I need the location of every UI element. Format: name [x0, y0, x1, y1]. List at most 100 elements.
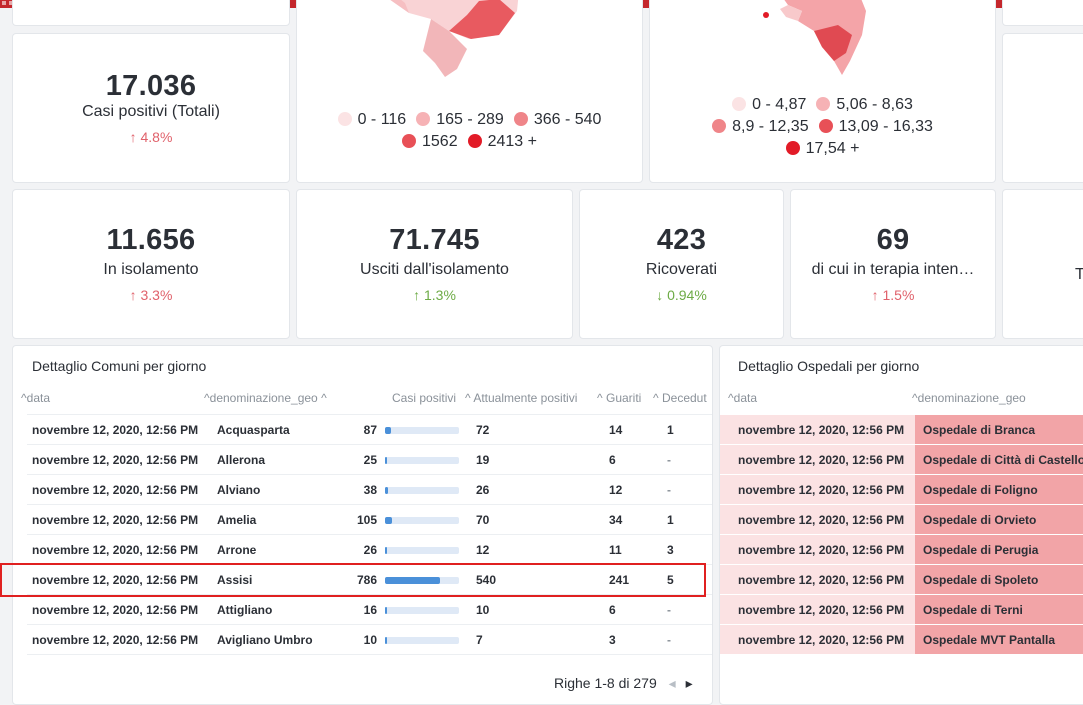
- legend-swatch: [416, 112, 431, 126]
- cell-deceduti: -: [667, 483, 671, 497]
- legend-label: 8,9 - 12,35: [732, 118, 809, 135]
- casi-bar-fill: [385, 427, 391, 434]
- legend-item: 165 - 289: [416, 109, 504, 131]
- column-header-denominazione[interactable]: ^denominazione_geo ^: [204, 391, 327, 405]
- cell-guariti: 11: [609, 543, 622, 557]
- column-header-denominazione[interactable]: ^denominazione_geo: [912, 391, 1026, 405]
- column-header-guariti[interactable]: ^ Guariti: [597, 391, 641, 405]
- table-row[interactable]: novembre 12, 2020, 12:56 PM Acquasparta 72…: [13, 415, 712, 445]
- cell-casi-positivi: 25: [363, 453, 377, 467]
- table-row[interactable]: novembre 12, 2020, 12:56 PM Attigliano 10 6…: [13, 595, 712, 625]
- table-row[interactable]: novembre 12, 2020, 12:56 PM Ospedale di B…: [720, 415, 1083, 445]
- table-row[interactable]: novembre 12, 2020, 12:56 PM Arrone 12 11 3 26: [13, 535, 712, 565]
- kpi-label: di cui in terapia inten…: [811, 261, 975, 278]
- cell-guariti: 3: [609, 633, 616, 647]
- cell-guariti: 14: [609, 423, 623, 437]
- umbria-map-shape[interactable]: [758, 0, 868, 77]
- map-legend: 0 - 116 165 - 289 366 - 540 1562 2413 +: [297, 109, 642, 153]
- kpi-label: Casi positivi (Totali): [82, 103, 220, 120]
- cell-data: novembre 12, 2020, 12:56 PM: [32, 543, 199, 557]
- legend-label: 0 - 4,87: [752, 96, 807, 113]
- cell-deceduti: -: [667, 453, 671, 467]
- table-row[interactable]: novembre 12, 2020, 12:56 PM Ospedale di C…: [720, 445, 1083, 475]
- sort-icon: ^: [597, 391, 603, 405]
- table-title: Dettaglio Comuni per giorno: [32, 358, 207, 374]
- cell-guariti: 6: [609, 453, 616, 467]
- cell-data: novembre 12, 2020, 12:56 PM: [738, 633, 905, 647]
- cell-denominazione: Ospedale MVT Pantalla: [923, 633, 1056, 647]
- cell-data: novembre 12, 2020, 12:56 PM: [738, 483, 905, 497]
- cell-attualmente-positivi: 72: [476, 423, 490, 437]
- map-legend: 0 - 4,87 5,06 - 8,63 8,9 - 12,35 13,09 - 1…: [650, 94, 995, 160]
- cell-attualmente-positivi: 26: [476, 483, 490, 497]
- map-region[interactable]: [763, 12, 769, 18]
- table-comuni-card: Dettaglio Comuni per giorno ^data ^denom…: [12, 345, 713, 705]
- casi-bar-fill: [385, 457, 387, 464]
- table-row[interactable]: novembre 12, 2020, 12:56 PM Ospedale di S…: [720, 565, 1083, 595]
- cell-denominazione: Alviano: [217, 483, 261, 497]
- legend-item: 0 - 4,87: [732, 94, 806, 116]
- cell-attualmente-positivi: 19: [476, 453, 490, 467]
- kpi-value: 17.036: [105, 70, 197, 102]
- table-row[interactable]: novembre 12, 2020, 12:56 PM Ospedale di P…: [720, 535, 1083, 565]
- next-page-icon[interactable]: ▸: [686, 675, 693, 691]
- cell-attualmente-positivi: 70: [476, 513, 490, 527]
- table-row[interactable]: novembre 12, 2020, 12:56 PM Alviano 26 12 - 3…: [13, 475, 712, 505]
- column-header-data[interactable]: ^data: [728, 391, 757, 405]
- cell-data: novembre 12, 2020, 12:56 PM: [32, 603, 199, 617]
- prev-page-icon[interactable]: ◂: [669, 675, 676, 691]
- table-row[interactable]: novembre 12, 2020, 12:56 PM Ospedale di T…: [720, 595, 1083, 625]
- header-label: Decedut: [661, 391, 707, 405]
- legend-swatch: [467, 134, 482, 148]
- cell-denominazione: Amelia: [217, 513, 257, 527]
- column-header-data[interactable]: ^data: [21, 391, 50, 405]
- cell-denominazione: Ospedale di Terni: [923, 603, 1023, 617]
- map-card-casi[interactable]: 0 - 116 165 - 289 366 - 540 1562 2413 +: [296, 0, 643, 183]
- cell-casi-positivi: 10: [363, 633, 377, 647]
- casi-bar-fill: [385, 517, 392, 524]
- cell-denominazione: Ospedale di Spoleto: [923, 573, 1039, 587]
- cell-data: novembre 12, 2020, 12:56 PM: [738, 603, 905, 617]
- table-row[interactable]: novembre 12, 2020, 12:56 PM Allerona 19 6 - 2…: [13, 445, 712, 475]
- cell-deceduti: 1: [667, 423, 674, 437]
- kpi-usciti-isolamento: 71.745 Usciti dall'isolamento ↑ 1.3%: [296, 189, 573, 339]
- kpi-label: In isolamento: [103, 261, 199, 278]
- legend-item: 13,09 - 16,33: [818, 116, 933, 138]
- kpi-in-isolamento: 11.656 In isolamento ↑ 3.3%: [12, 189, 290, 339]
- legend-item: 8,9 - 12,35: [712, 116, 809, 138]
- casi-bar-fill: [385, 607, 387, 614]
- cell-deceduti: 1: [667, 513, 674, 527]
- legend-swatch: [732, 97, 747, 111]
- casi-bar: [385, 457, 459, 464]
- column-header-deceduti[interactable]: ^ Decedut: [653, 391, 707, 405]
- pagination-label: Righe 1-8 di 279: [554, 675, 657, 691]
- column-header-attualmente-positivi[interactable]: ^ Attualmente positivi: [465, 391, 577, 405]
- card-partial-right: [1002, 33, 1083, 183]
- column-header-casi-positivi[interactable]: Casi positivi: [392, 391, 456, 405]
- cell-denominazione: Avigliano Umbro: [217, 633, 313, 647]
- table-row[interactable]: novembre 12, 2020, 12:56 PM Avigliano Umb…: [13, 625, 712, 655]
- casi-bar: [385, 487, 459, 494]
- cell-denominazione: Ospedale di Città di Castello: [923, 453, 1083, 467]
- kpi-ricoverati: 423 Ricoverati ↓ 0.94%: [579, 189, 784, 339]
- legend-label: 17,54 +: [805, 140, 860, 157]
- kpi-terapia-intensiva: 69 di cui in terapia inten… ↑ 1.5%: [790, 189, 996, 339]
- header-label: Attualmente positivi: [473, 391, 578, 405]
- umbria-map-shape[interactable]: [349, 0, 519, 81]
- map-card-incidenza[interactable]: 0 - 4,87 5,06 - 8,63 8,9 - 12,35 13,09 - 1…: [649, 0, 996, 183]
- cell-casi-positivi: 87: [363, 423, 377, 437]
- legend-swatch: [818, 119, 833, 133]
- table-row[interactable]: novembre 12, 2020, 12:56 PM Ospedale MVT …: [720, 625, 1083, 655]
- cell-data: novembre 12, 2020, 12:56 PM: [738, 423, 905, 437]
- cell-guariti: 12: [609, 483, 623, 497]
- legend-label: 165 - 289: [436, 111, 504, 128]
- cell-deceduti: -: [667, 633, 671, 647]
- kpi-casi-positivi-totali: 17.036 Casi positivi (Totali) ↑ 4.8%: [12, 33, 290, 183]
- kpi-value: 71.745: [389, 224, 480, 256]
- casi-bar: [385, 547, 459, 554]
- kpi-value: 11.656: [106, 224, 196, 256]
- table-row[interactable]: novembre 12, 2020, 12:56 PM Ospedale di F…: [720, 475, 1083, 505]
- table-row[interactable]: novembre 12, 2020, 12:56 PM Amelia 70 34 1 10…: [13, 505, 712, 535]
- table-row[interactable]: novembre 12, 2020, 12:56 PM Ospedale di O…: [720, 505, 1083, 535]
- casi-bar: [385, 607, 459, 614]
